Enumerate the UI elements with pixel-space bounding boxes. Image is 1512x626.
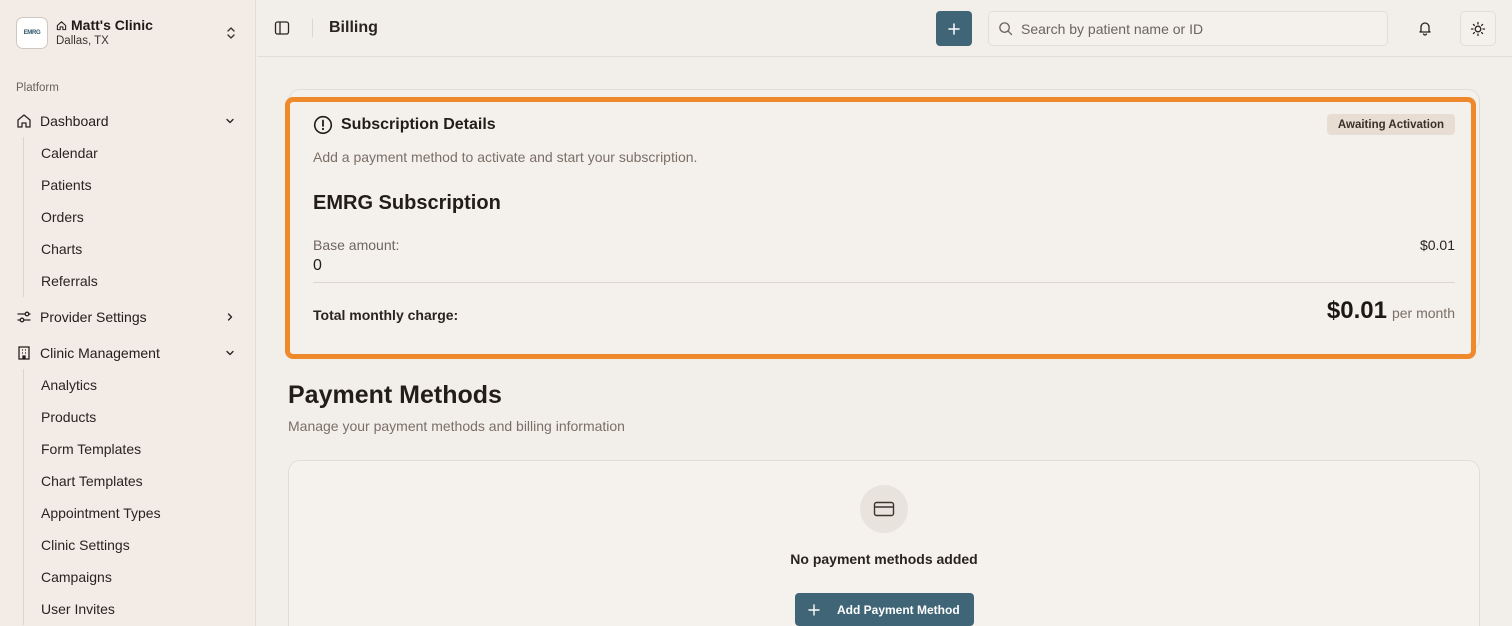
total-monthly-label: Total monthly charge:	[313, 307, 459, 323]
subscription-description: Add a payment method to activate and sta…	[313, 149, 698, 165]
sidebar-item-label: Dashboard	[40, 113, 109, 129]
bell-icon[interactable]	[1415, 18, 1435, 38]
sidebar-item-referrals[interactable]: Referrals	[24, 265, 233, 297]
sidebar-item-analytics[interactable]: Analytics	[24, 369, 233, 401]
total-period: per month	[1391, 305, 1455, 321]
sidebar-item-appointment-types[interactable]: Appointment Types	[24, 497, 233, 529]
sidebar-item-chart-templates[interactable]: Chart Templates	[24, 465, 233, 497]
total-amount: $0.01	[1326, 297, 1387, 324]
sun-icon	[1470, 21, 1486, 36]
chevron-down-icon	[222, 113, 238, 129]
clinic-management-subnav: Analytics Products Form Templates Chart …	[23, 369, 233, 625]
plan-name: EMRG Subscription	[313, 192, 501, 214]
search-icon	[999, 22, 1013, 36]
sidebar-item-dashboard[interactable]: Dashboard	[16, 109, 242, 133]
sidebar-item-label: Provider Settings	[40, 309, 147, 325]
plus-icon	[948, 22, 960, 35]
sidebar-item-user-invites[interactable]: User Invites	[24, 593, 233, 625]
building-icon	[16, 345, 32, 361]
sidebar-item-orders[interactable]: Orders	[24, 201, 233, 233]
add-payment-method-label: Add Payment Method	[837, 602, 960, 617]
payment-methods-description: Manage your payment methods and billing …	[288, 418, 625, 434]
sidebar: EMRG Matt's Clinic Dallas, TX Platform D…	[0, 0, 256, 626]
sliders-icon	[16, 309, 32, 325]
plus-icon	[808, 603, 820, 616]
base-amount-label: Base amount:	[313, 237, 400, 253]
chevron-down-icon	[222, 345, 238, 361]
alert-circle-icon	[313, 115, 333, 135]
payment-methods-card: No payment methods added Add Payment Met…	[288, 460, 1480, 626]
section-label-platform: Platform	[16, 82, 59, 94]
credit-card-icon	[860, 485, 908, 533]
sidebar-item-campaigns[interactable]: Campaigns	[24, 561, 233, 593]
clinic-name: Matt's Clinic	[71, 17, 153, 33]
dashboard-subnav: Calendar Patients Orders Charts Referral…	[23, 137, 233, 297]
sidebar-item-label: Clinic Management	[40, 345, 160, 361]
chevron-right-icon	[222, 309, 238, 325]
empty-state-text: No payment methods added	[790, 551, 978, 567]
sidebar-item-form-templates[interactable]: Form Templates	[24, 433, 233, 465]
search-box	[988, 11, 1388, 46]
status-badge: Awaiting Activation	[1326, 114, 1455, 135]
sidebar-item-patients[interactable]: Patients	[24, 169, 233, 201]
sidebar-item-clinic-management[interactable]: Clinic Management	[16, 341, 242, 365]
search-input[interactable]	[1021, 20, 1371, 37]
home-icon	[56, 21, 67, 31]
base-amount-price: $0.01	[1419, 237, 1455, 253]
page-title: Billing	[329, 19, 378, 36]
theme-toggle-button[interactable]	[1460, 11, 1496, 46]
base-amount-value: 0	[313, 257, 322, 274]
divider	[313, 282, 1455, 283]
payment-methods-title: Payment Methods	[288, 381, 502, 409]
header-divider	[312, 19, 313, 37]
sidebar-item-products[interactable]: Products	[24, 401, 233, 433]
sidebar-item-calendar[interactable]: Calendar	[24, 137, 233, 169]
quick-add-button[interactable]	[936, 11, 972, 46]
sidebar-item-charts[interactable]: Charts	[24, 233, 233, 265]
home-icon	[16, 113, 32, 129]
chevrons-up-down-icon[interactable]	[224, 23, 238, 43]
subscription-details-card: Subscription Details Awaiting Activation…	[285, 97, 1476, 359]
clinic-switcher[interactable]: EMRG Matt's Clinic Dallas, TX	[16, 16, 242, 50]
clinic-location: Dallas, TX	[56, 35, 109, 47]
subscription-title: Subscription Details	[341, 116, 496, 133]
sidebar-toggle-icon[interactable]	[273, 19, 291, 37]
sidebar-item-provider-settings[interactable]: Provider Settings	[16, 305, 242, 329]
total-monthly-charge: $0.01 per month	[1327, 297, 1455, 325]
clinic-logo: EMRG	[16, 17, 48, 49]
add-payment-method-button[interactable]: Add Payment Method	[795, 593, 974, 626]
sidebar-item-clinic-settings[interactable]: Clinic Settings	[24, 529, 233, 561]
top-bar: Billing	[257, 0, 1512, 57]
